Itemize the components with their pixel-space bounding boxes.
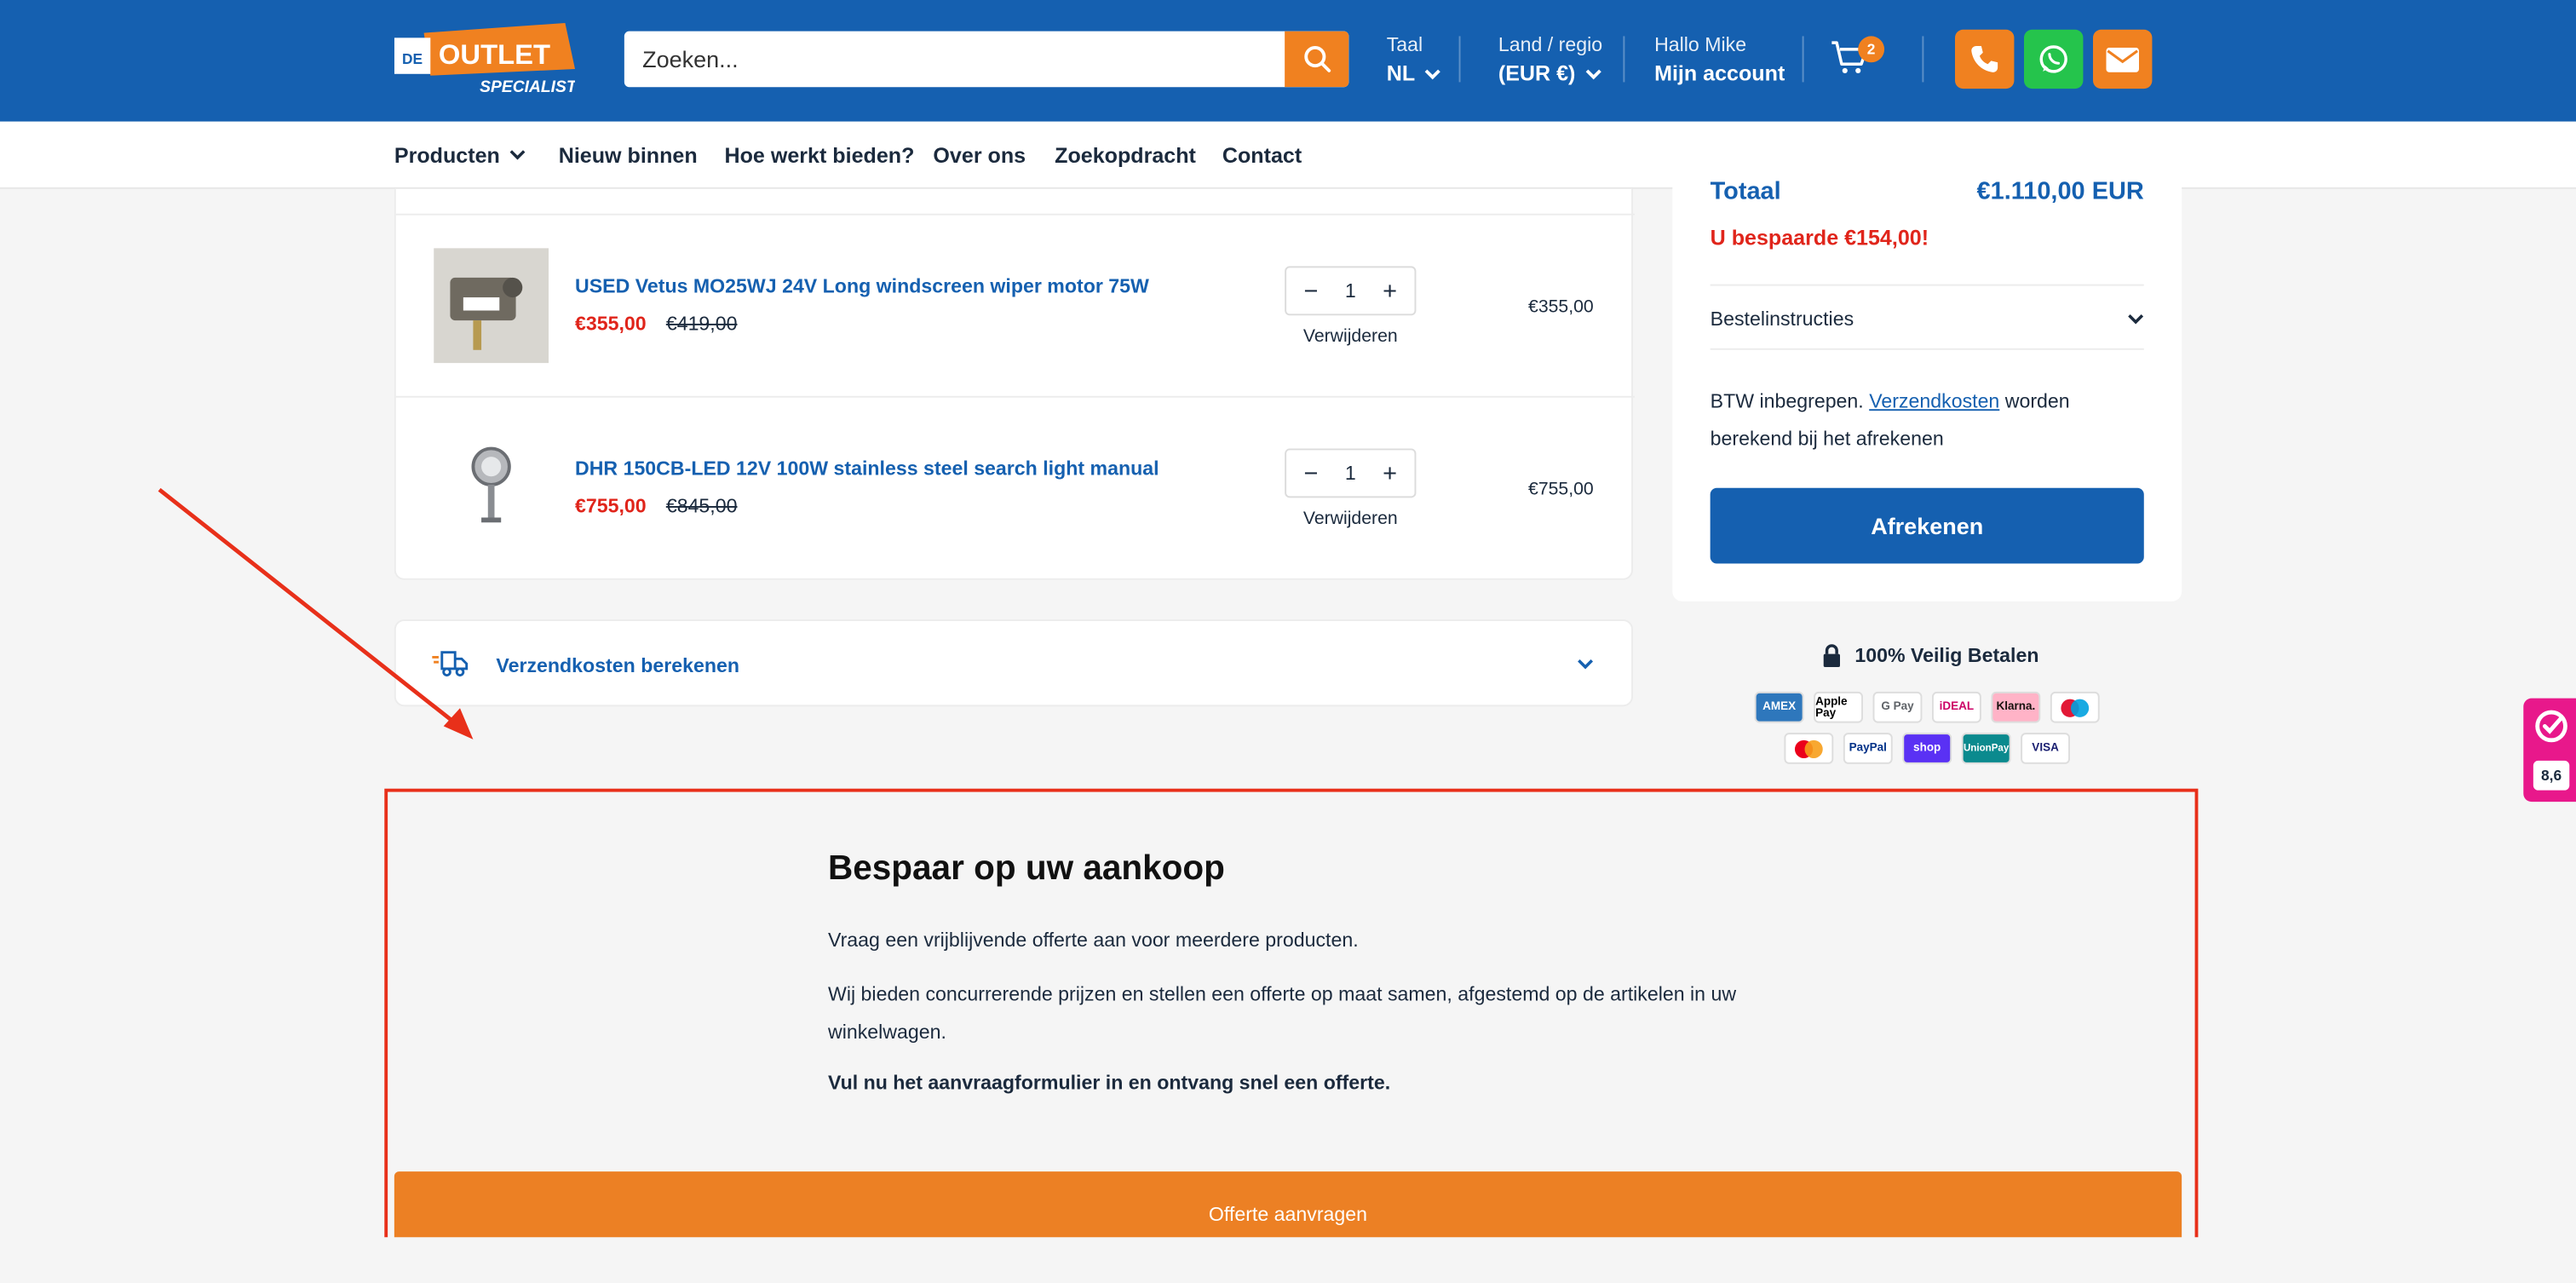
visa-logo: VISA — [2021, 733, 2070, 764]
google-pay-logo: G Pay — [1872, 691, 1923, 723]
divider — [1623, 36, 1625, 83]
mastercard-logo — [1784, 733, 1834, 764]
nav-item-hoe-werkt-bieden[interactable]: Hoe werkt bieden? — [724, 143, 914, 168]
line-total: €755,00 — [1528, 480, 1594, 500]
increase-qty-button[interactable]: + — [1380, 277, 1400, 305]
increase-qty-button[interactable]: + — [1380, 459, 1400, 487]
klarna-logo: Klarna. — [1991, 691, 2041, 723]
lock-icon — [1823, 644, 1840, 667]
decrease-qty-button[interactable]: − — [1301, 459, 1320, 487]
product-image[interactable] — [434, 248, 549, 364]
cart-items-panel: USED Vetus MO25WJ 24V Long windscreen wi… — [394, 188, 1635, 580]
order-instructions-label: Bestelinstructies — [1710, 307, 1854, 331]
divider — [1922, 36, 1924, 83]
apple-pay-logo: Apple Pay — [1814, 691, 1863, 723]
chevron-down-icon — [1425, 68, 1441, 79]
chevron-down-icon — [1578, 659, 1594, 670]
main-nav: Producten Nieuw binnen Hoe werkt bieden?… — [0, 121, 2576, 189]
ideal-logo: iDEAL — [1931, 691, 1981, 723]
order-summary: Totaal €1.110,00 EUR U bespaarde €154,00… — [1672, 147, 2182, 601]
review-score: 8,6 — [2533, 760, 2570, 791]
tax-note: BTW inbegrepen. Verzendkosten worden ber… — [1710, 389, 2070, 451]
shipping-costs-link[interactable]: Verzendkosten — [1869, 389, 1999, 412]
search-input[interactable] — [624, 31, 1282, 88]
decrease-qty-button[interactable]: − — [1301, 277, 1320, 305]
divider — [1802, 36, 1804, 83]
search-icon — [1303, 45, 1331, 72]
account-link[interactable]: Hallo Mike Mijn account — [1654, 32, 1785, 90]
product-title-link[interactable]: DHR 150CB-LED 12V 100W stainless steel s… — [575, 457, 1159, 480]
order-instructions-toggle[interactable]: Bestelinstructies — [1710, 284, 2144, 350]
site-header: DE OUTLET SPECIALIST Taal NL Land / regi… — [0, 0, 2576, 122]
nav-item-over-ons[interactable]: Over ons — [933, 143, 1026, 168]
checkout-button[interactable]: Afrekenen — [1710, 487, 2144, 564]
unionpay-logo: UnionPay — [1961, 733, 2011, 764]
chevron-down-icon — [2128, 314, 2144, 325]
chevron-down-icon — [510, 150, 526, 160]
divider — [395, 213, 1635, 216]
chevron-down-icon — [1585, 68, 1601, 79]
nav-item-contact[interactable]: Contact — [1222, 143, 1302, 168]
review-check-icon — [2535, 710, 2567, 743]
phone-icon — [1971, 45, 1998, 72]
nav-item-zoekopdracht[interactable]: Zoekopdracht — [1055, 143, 1196, 168]
mail-icon — [2106, 46, 2139, 72]
divider — [395, 395, 1635, 398]
product-price: €755,00 €845,00 — [574, 494, 738, 518]
total-label: Totaal — [1710, 177, 1781, 206]
whatsapp-icon — [2039, 45, 2067, 73]
total-value: €1.110,00 EUR — [1976, 177, 2144, 206]
paypal-logo: PayPal — [1843, 733, 1893, 764]
svg-text:OUTLET: OUTLET — [439, 38, 550, 70]
annotation-arrow — [158, 487, 474, 739]
language-selector[interactable]: Taal NL — [1387, 32, 1441, 90]
secure-payment-label: 100% Veilig Betalen — [1822, 644, 2038, 667]
annotation-highlight-box — [384, 788, 2199, 1238]
maestro-logo — [2050, 691, 2100, 723]
product-title-link[interactable]: USED Vetus MO25WJ 24V Long windscreen wi… — [575, 274, 1149, 297]
quantity-stepper: − 1 + — [1285, 448, 1417, 498]
search-button[interactable] — [1285, 31, 1349, 88]
review-badge[interactable]: 8,6 — [2523, 698, 2576, 803]
search-bar — [624, 31, 1349, 88]
remove-link[interactable]: Verwijderen — [1285, 327, 1416, 347]
quantity-value[interactable]: 1 — [1345, 279, 1356, 302]
svg-text:DE: DE — [402, 50, 423, 67]
line-total: €355,00 — [1528, 297, 1594, 318]
nav-item-nieuw-binnen[interactable]: Nieuw binnen — [559, 143, 698, 168]
site-logo[interactable]: DE OUTLET SPECIALIST — [394, 22, 578, 99]
shop-pay-logo: shop — [1902, 733, 1952, 764]
svg-text:SPECIALIST: SPECIALIST — [480, 78, 575, 96]
region-selector[interactable]: Land / regio (EUR €) — [1498, 32, 1602, 90]
shipping-calculator-toggle[interactable]: Verzendkosten berekenen — [394, 619, 1633, 707]
quantity-value[interactable]: 1 — [1345, 462, 1356, 485]
amex-logo: AMEX — [1754, 691, 1804, 723]
phone-button[interactable] — [1954, 29, 2015, 89]
product-price: €355,00 €419,00 — [574, 312, 738, 336]
divider — [1458, 36, 1461, 83]
remove-link[interactable]: Verwijderen — [1285, 509, 1416, 529]
nav-item-producten[interactable]: Producten — [394, 143, 526, 168]
email-button[interactable] — [2092, 29, 2153, 89]
whatsapp-button[interactable] — [2023, 29, 2084, 89]
quantity-stepper: − 1 + — [1285, 266, 1417, 316]
savings-text: U bespaarde €154,00! — [1710, 225, 1929, 250]
cart-count-badge: 2 — [1858, 36, 1885, 63]
shipping-calculator-label: Verzendkosten berekenen — [496, 653, 739, 677]
